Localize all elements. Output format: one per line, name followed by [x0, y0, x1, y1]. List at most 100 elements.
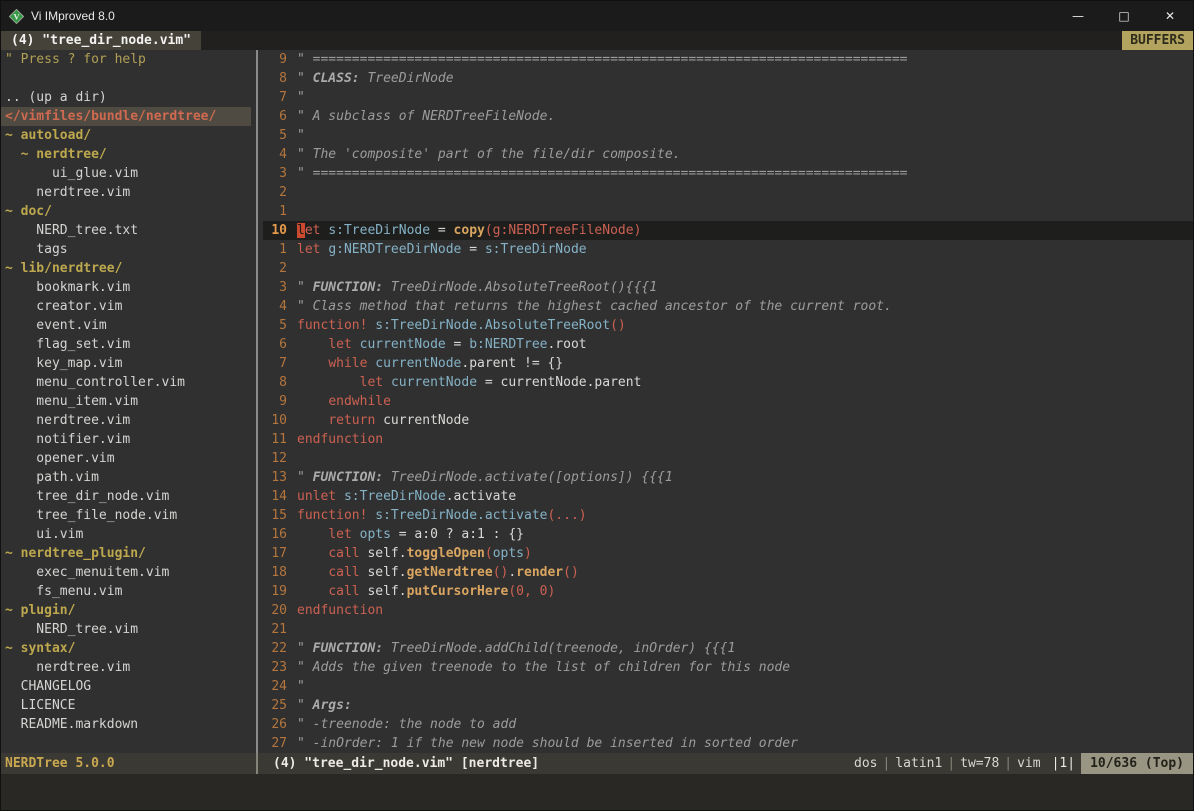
buffer-line-current[interactable]: 10let s:TreeDirNode = copy(g:NERDTreeFil…	[263, 221, 1193, 240]
code-text: unlet s:TreeDirNode.activate	[287, 487, 516, 506]
tree-item[interactable]	[1, 69, 251, 88]
code-text: "	[287, 677, 305, 696]
tree-item[interactable]: fs_menu.vim	[1, 582, 251, 601]
code-text: " Adds the given treenode to the list of…	[287, 658, 790, 677]
buffer-line[interactable]: 7 while currentNode.parent != {}	[263, 354, 1193, 373]
buffer-line[interactable]: 19 call self.putCursorHere(0, 0)	[263, 582, 1193, 601]
tab-tree-dir-node[interactable]: (4) "tree_dir_node.vim"	[1, 31, 201, 50]
buffer-line[interactable]: 20endfunction	[263, 601, 1193, 620]
code-text: " The 'composite' part of the file/dir c…	[287, 145, 681, 164]
buffer-line[interactable]: 2	[263, 259, 1193, 278]
code-text: call self.getNerdtree().render()	[287, 563, 579, 582]
minimize-button[interactable]: —	[1055, 1, 1101, 31]
buffer-line[interactable]: 1	[263, 202, 1193, 221]
buffer-line[interactable]: 14unlet s:TreeDirNode.activate	[263, 487, 1193, 506]
tree-item[interactable]: path.vim	[1, 468, 251, 487]
close-button[interactable]: ✕	[1147, 1, 1193, 31]
buffer-line[interactable]: 3" FUNCTION: TreeDirNode.AbsoluteTreeRoo…	[263, 278, 1193, 297]
status-segment: dos	[854, 753, 877, 774]
buffer-line[interactable]: 17 call self.toggleOpen(opts)	[263, 544, 1193, 563]
tree-dir-item[interactable]: ~ nerdtree/	[1, 145, 251, 164]
buffer-line[interactable]: 9 endwhile	[263, 392, 1193, 411]
tree-item[interactable]: NERD_tree.vim	[1, 620, 251, 639]
buffer-line[interactable]: 5"	[263, 126, 1193, 145]
buffer-line[interactable]: 8 let currentNode = currentNode.parent	[263, 373, 1193, 392]
buffer-line[interactable]: 10 return currentNode	[263, 411, 1193, 430]
buffer-line[interactable]: 18 call self.getNerdtree().render()	[263, 563, 1193, 582]
maximize-button[interactable]: □	[1101, 1, 1147, 31]
tree-dir-item[interactable]: ~ autoload/	[1, 126, 251, 145]
buffer-line[interactable]: 2	[263, 183, 1193, 202]
buffer-line[interactable]: 9" =====================================…	[263, 50, 1193, 69]
line-number: 10	[263, 221, 287, 240]
tree-item[interactable]: exec_menuitem.vim	[1, 563, 251, 582]
code-text: let currentNode = b:NERDTree.root	[287, 335, 587, 354]
line-number: 19	[263, 582, 287, 601]
tree-item[interactable]: notifier.vim	[1, 430, 251, 449]
tree-dir-item[interactable]: ~ plugin/	[1, 601, 251, 620]
tree-item[interactable]: menu_item.vim	[1, 392, 251, 411]
tree-item[interactable]: menu_controller.vim	[1, 373, 251, 392]
buffer-line[interactable]: 21	[263, 620, 1193, 639]
tree-item[interactable]: creator.vim	[1, 297, 251, 316]
tree-item[interactable]: ui_glue.vim	[1, 164, 251, 183]
buffer-line[interactable]: 12	[263, 449, 1193, 468]
buffer-line[interactable]: 13" FUNCTION: TreeDirNode.activate([opti…	[263, 468, 1193, 487]
buffer-line[interactable]: 16 let opts = a:0 ? a:1 : {}	[263, 525, 1193, 544]
buffer-line[interactable]: 15function! s:TreeDirNode.activate(...)	[263, 506, 1193, 525]
buffers-label: BUFFERS	[1122, 31, 1193, 50]
tree-item[interactable]: " Press ? for help	[1, 50, 251, 69]
line-number: 4	[263, 297, 287, 316]
tree-item[interactable]: ui.vim	[1, 525, 251, 544]
tree-root-item[interactable]: </vimfiles/bundle/nerdtree/	[1, 107, 251, 126]
tree-item[interactable]: key_map.vim	[1, 354, 251, 373]
window-separator[interactable]	[251, 50, 263, 753]
buffer-line[interactable]: 1let g:NERDTreeDirNode = s:TreeDirNode	[263, 240, 1193, 259]
tree-item[interactable]: NERD_tree.txt	[1, 221, 251, 240]
line-number: 8	[263, 69, 287, 88]
buffer-line[interactable]: 4" Class method that returns the highest…	[263, 297, 1193, 316]
tree-item[interactable]: tree_file_node.vim	[1, 506, 251, 525]
buffer-line[interactable]: 7"	[263, 88, 1193, 107]
buffer-line[interactable]: 24"	[263, 677, 1193, 696]
buffer-line[interactable]: 27" -inOrder: 1 if the new node should b…	[263, 734, 1193, 753]
tree-item[interactable]: CHANGELOG	[1, 677, 251, 696]
tree-item[interactable]: bookmark.vim	[1, 278, 251, 297]
line-number: 15	[263, 506, 287, 525]
tree-dir-item[interactable]: ~ syntax/	[1, 639, 251, 658]
line-number: 16	[263, 525, 287, 544]
tree-dir-item[interactable]: ~ nerdtree_plugin/	[1, 544, 251, 563]
buffer-line[interactable]: 8" CLASS: TreeDirNode	[263, 69, 1193, 88]
tree-item[interactable]: tags	[1, 240, 251, 259]
buffer-line[interactable]: 26" -treenode: the node to add	[263, 715, 1193, 734]
tree-item[interactable]: nerdtree.vim	[1, 183, 251, 202]
buffer-line[interactable]: 11endfunction	[263, 430, 1193, 449]
tree-dir-item[interactable]: ~ lib/nerdtree/	[1, 259, 251, 278]
tree-item[interactable]: nerdtree.vim	[1, 411, 251, 430]
buffer-line[interactable]: 3" =====================================…	[263, 164, 1193, 183]
buffer-line[interactable]: 23" Adds the given treenode to the list …	[263, 658, 1193, 677]
vim-app-icon[interactable]: V	[1, 9, 31, 24]
buffer-line[interactable]: 6 let currentNode = b:NERDTree.root	[263, 335, 1193, 354]
tree-item[interactable]: nerdtree.vim	[1, 658, 251, 677]
buffer-line[interactable]: 5function! s:TreeDirNode.AbsoluteTreeRoo…	[263, 316, 1193, 335]
code-text: "	[287, 126, 305, 145]
buffer-line[interactable]: 4" The 'composite' part of the file/dir …	[263, 145, 1193, 164]
tree-dir-item[interactable]: ~ doc/	[1, 202, 251, 221]
tree-item[interactable]: LICENCE	[1, 696, 251, 715]
tree-item[interactable]: README.markdown	[1, 715, 251, 734]
line-number: 3	[263, 164, 287, 183]
buffer-line[interactable]: 22" FUNCTION: TreeDirNode.addChild(treen…	[263, 639, 1193, 658]
tree-item[interactable]: tree_dir_node.vim	[1, 487, 251, 506]
line-number: 2	[263, 183, 287, 202]
window-title: Vi IMproved 8.0	[31, 9, 115, 23]
buffer-line[interactable]: 6" A subclass of NERDTreeFileNode.	[263, 107, 1193, 126]
tree-item[interactable]: opener.vim	[1, 449, 251, 468]
line-number: 1	[263, 202, 287, 221]
code-text: let g:NERDTreeDirNode = s:TreeDirNode	[287, 240, 587, 259]
tree-item[interactable]: event.vim	[1, 316, 251, 335]
vim-diamond-icon: V	[9, 9, 24, 24]
tree-item[interactable]: flag_set.vim	[1, 335, 251, 354]
buffer-line[interactable]: 25" Args:	[263, 696, 1193, 715]
tree-item[interactable]: .. (up a dir)	[1, 88, 251, 107]
